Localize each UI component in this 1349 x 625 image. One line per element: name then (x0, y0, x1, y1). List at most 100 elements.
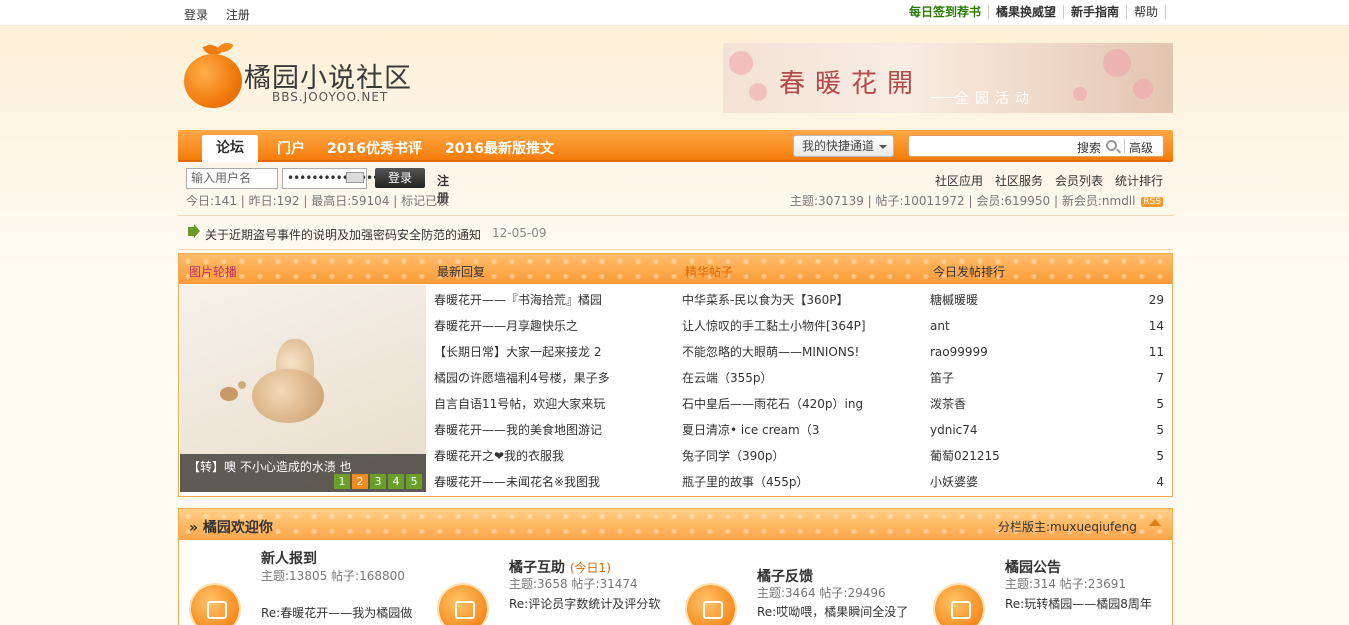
blossom-decoration (1073, 87, 1087, 101)
advanced-search-link[interactable]: 高级 (1129, 139, 1153, 156)
search-icon[interactable] (1106, 140, 1117, 151)
ranking-user[interactable]: 糖槭暖暖 (930, 293, 978, 307)
member-list-link[interactable]: 会员列表 (1055, 172, 1103, 189)
carousel-image (220, 387, 238, 401)
nav-tab-forum[interactable]: 论坛 (202, 135, 258, 162)
list-item[interactable]: 夏日清凉• ice cream（3 (682, 418, 922, 444)
carousel-dot[interactable]: 3 (370, 474, 386, 489)
list-item[interactable]: 不能忽略的大眼萌——MINIONS! (682, 340, 922, 366)
tab-carousel[interactable]: 图片轮播 (189, 263, 237, 280)
list-item[interactable]: 让人惊叹的手工黏土小物件[364P] (682, 314, 922, 340)
section-header: » 橘园欢迎你 分栏版主:muxueqiufeng (179, 509, 1172, 540)
site-stats: 主题:307139 | 帖子:10011972 | 会员:619950 | 新会… (790, 192, 1163, 209)
exchange-link[interactable]: 橘果换威望 (989, 5, 1064, 19)
daily-checkin-link[interactable]: 每日签到荐书 (902, 5, 989, 19)
keyboard-icon[interactable] (346, 172, 364, 183)
section-title[interactable]: » 橘园欢迎你 (189, 517, 273, 537)
forum-last-post[interactable]: Re:哎呦喂，橘果瞬间全没了 (757, 603, 917, 620)
carousel-dot[interactable]: 1 (334, 474, 350, 489)
forum-last-post[interactable]: Re:评论员字数统计及评分软 (509, 595, 669, 612)
forum-newbie: 新人报到 主题:13805 帖子:168800 Re:春暖花开——我为橘园做 (179, 545, 425, 625)
forum-last-post[interactable]: Re:玩转橘园——橘园8周年 (1005, 595, 1165, 612)
blossom-decoration (749, 83, 767, 101)
latest-replies-list: 春暖花开——『书海拾荒』橘园 春暖花开——月享趣快乐之 【长期日常】大家一起来接… (434, 288, 674, 496)
forum-name[interactable]: 橘子反馈 (757, 566, 813, 586)
announcement-link[interactable]: 关于近期盗号事件的说明及加强密码安全防范的通知 (205, 226, 481, 243)
stats-ranking-link[interactable]: 统计排行 (1115, 172, 1163, 189)
nav-tab-reviews[interactable]: 2016优秀书评 (327, 138, 422, 158)
carousel-dot[interactable]: 2 (352, 474, 368, 489)
list-item[interactable]: 【长期日常】大家一起来接龙 2 (434, 340, 674, 366)
ranking-user[interactable]: ydnic74 (930, 423, 978, 437)
nav-tab-portal[interactable]: 门户 (277, 138, 305, 158)
list-item[interactable]: 在云端（355p） (682, 366, 922, 392)
image-carousel[interactable]: 【转】噢 不小心造成的水渍 也 1 2 3 4 5 (180, 285, 426, 492)
community-apps-link[interactable]: 社区应用 (935, 172, 983, 189)
collapse-icon[interactable] (1149, 519, 1161, 526)
main-nav: 论坛 门户 2016优秀书评 2016最新版推文 我的快捷通道 搜索 高级 (178, 130, 1173, 162)
register-link[interactable]: 注册 (226, 8, 250, 22)
forum-icon[interactable] (191, 585, 239, 625)
login-button[interactable]: 登录 (375, 168, 425, 188)
search-button[interactable]: 搜索 (1077, 139, 1101, 156)
orange-logo-icon (184, 54, 242, 108)
forum-last-post[interactable]: Re:春暖花开——我为橘园做 (261, 604, 421, 621)
ranking-count: 11 (1148, 345, 1164, 359)
list-item[interactable]: 石中皇后——雨花石（420p）ing (682, 392, 922, 418)
forum-name-wrap[interactable]: 橘子互助 (今日1) (509, 557, 611, 577)
list-item[interactable]: 春暖花开之❤我的衣服我 (434, 444, 674, 470)
forum-icon[interactable] (439, 585, 487, 625)
username-field[interactable]: 输入用户名 (186, 168, 278, 189)
list-item[interactable]: 兔子同学（390p） (682, 444, 922, 470)
tab-featured-posts[interactable]: 精华帖子 (685, 263, 733, 280)
forum-announcements: 橘园公告 主题:314 帖子:23691 Re:玩转橘园——橘园8周年 (923, 545, 1169, 625)
ranking-user[interactable]: 笛子 (930, 371, 954, 385)
quick-nav-dropdown[interactable]: 我的快捷通道 (793, 135, 894, 157)
daily-ranking-list: 糖槭暖暖 29 ant 14 rao99999 11 笛子 7 泼茶香 5 ydnic74… (930, 288, 1164, 496)
list-item[interactable]: 瓶子里的故事（455p） (682, 470, 922, 496)
forum-today-count: (今日1) (569, 561, 611, 575)
ranking-row: 泼茶香 5 (930, 392, 1164, 418)
blossom-decoration (1103, 49, 1131, 77)
ranking-user[interactable]: rao99999 (930, 345, 988, 359)
list-item[interactable]: 自言自语11号帖，欢迎大家来玩 (434, 392, 674, 418)
forum-name[interactable]: 新人报到 (261, 548, 317, 568)
search-divider (1124, 139, 1125, 153)
ranking-user[interactable]: 葡萄021215 (930, 449, 1000, 463)
search-input[interactable]: 搜索 高级 (908, 135, 1164, 157)
logo-subtitle: BBS.JOOYOO.NET (272, 90, 389, 104)
carousel-image (238, 381, 246, 389)
event-banner[interactable]: 春暖花開 全园活动 (723, 43, 1173, 113)
list-item[interactable]: 春暖花开——『书海拾荒』橘园 (434, 288, 674, 314)
rss-icon[interactable]: RSS (1141, 197, 1163, 207)
forum-stats: 主题:314 帖子:23691 (1005, 577, 1126, 591)
forum-name[interactable]: 橘园公告 (1005, 557, 1061, 577)
community-services-link[interactable]: 社区服务 (995, 172, 1043, 189)
announcement-bar: 关于近期盗号事件的说明及加强密码安全防范的通知 12-05-09 (178, 215, 1173, 250)
site-logo[interactable]: 橘园小说社区 BBS.JOOYOO.NET (182, 39, 422, 110)
forum-icon[interactable] (687, 585, 735, 625)
tab-daily-ranking[interactable]: 今日发帖排行 (933, 263, 1005, 280)
community-links: 社区应用 社区服务 会员列表 统计排行 (935, 172, 1163, 189)
list-item[interactable]: 春暖花开——我的美食地图游记 (434, 418, 674, 444)
forum-feedback: 橘子反馈 主题:3464 帖子:29496 Re:哎呦喂，橘果瞬间全没了 (675, 545, 921, 625)
newbie-guide-link[interactable]: 新手指南 (1064, 5, 1127, 19)
login-link[interactable]: 登录 (184, 8, 208, 22)
help-link[interactable]: 帮助 (1127, 5, 1166, 19)
carousel-dot[interactable]: 5 (406, 474, 422, 489)
list-item[interactable]: 橘园の许愿墙福利4号楼，果子多 (434, 366, 674, 392)
ranking-user[interactable]: 泼茶香 (930, 397, 966, 411)
carousel-dot[interactable]: 4 (388, 474, 404, 489)
tab-latest-replies[interactable]: 最新回复 (437, 263, 485, 280)
list-item[interactable]: 春暖花开——月享趣快乐之 (434, 314, 674, 340)
announcement-date: 12-05-09 (492, 226, 547, 240)
nav-tab-recommend[interactable]: 2016最新版推文 (445, 138, 554, 158)
list-item[interactable]: 中华菜系-民以食为天【360P】 (682, 288, 922, 314)
carousel-caption-text[interactable]: 【转】噢 不小心造成的水渍 也 (188, 458, 352, 475)
list-item[interactable]: 春暖花开——未闻花名※我图我 (434, 470, 674, 496)
carousel-pager: 1 2 3 4 5 (334, 474, 422, 489)
ranking-user[interactable]: 小妖婆婆 (930, 475, 978, 489)
ranking-user[interactable]: ant (930, 319, 950, 333)
forum-icon[interactable] (935, 585, 983, 625)
section-moderator[interactable]: 分栏版主:muxueqiufeng (998, 518, 1137, 535)
